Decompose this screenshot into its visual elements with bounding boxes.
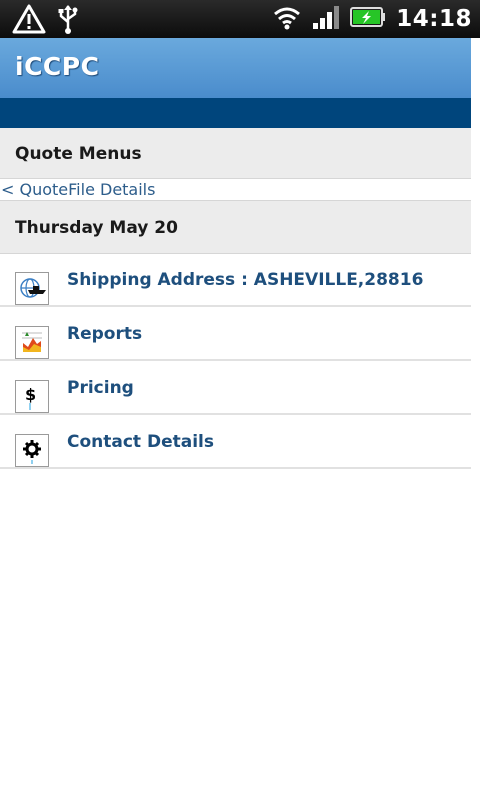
menu-item-label: Pricing	[67, 378, 134, 398]
back-link[interactable]: < QuoteFile Details	[1, 180, 155, 199]
wifi-icon	[272, 4, 302, 34]
usb-icon	[56, 4, 80, 38]
report-chart-icon	[15, 326, 49, 359]
ship-globe-icon	[15, 272, 49, 305]
clock: 14:18	[396, 6, 472, 32]
battery-charging-icon	[350, 6, 386, 32]
menu-item-label: Contact Details	[67, 432, 214, 452]
section-title: Quote Menus	[15, 144, 142, 164]
menu-item-label: Shipping Address : ASHEVILLE,28816	[67, 270, 424, 290]
dollar-icon: $	[15, 380, 49, 413]
warning-icon	[12, 4, 46, 38]
date-label: Thursday May 20	[15, 218, 178, 238]
menu-item-pricing[interactable]: $ Pricing	[0, 361, 471, 415]
menu-item-contact-details[interactable]: Contact Details	[0, 415, 471, 469]
menu-item-reports[interactable]: Reports	[0, 307, 471, 361]
signal-icon	[312, 4, 340, 34]
date-header: Thursday May 20	[0, 200, 471, 254]
gear-icon	[15, 434, 49, 467]
menu-list: Shipping Address : ASHEVILLE,28816 Repor…	[0, 253, 471, 469]
menu-item-label: Reports	[67, 324, 143, 344]
menu-item-shipping-address[interactable]: Shipping Address : ASHEVILLE,28816	[0, 253, 471, 307]
svg-text:$: $	[25, 385, 36, 404]
status-bar: 14:18	[0, 0, 480, 38]
app-header: iCCPC	[0, 38, 471, 98]
section-header: Quote Menus	[0, 128, 471, 179]
app-title: iCCPC	[15, 52, 100, 81]
nav-band	[0, 98, 471, 128]
